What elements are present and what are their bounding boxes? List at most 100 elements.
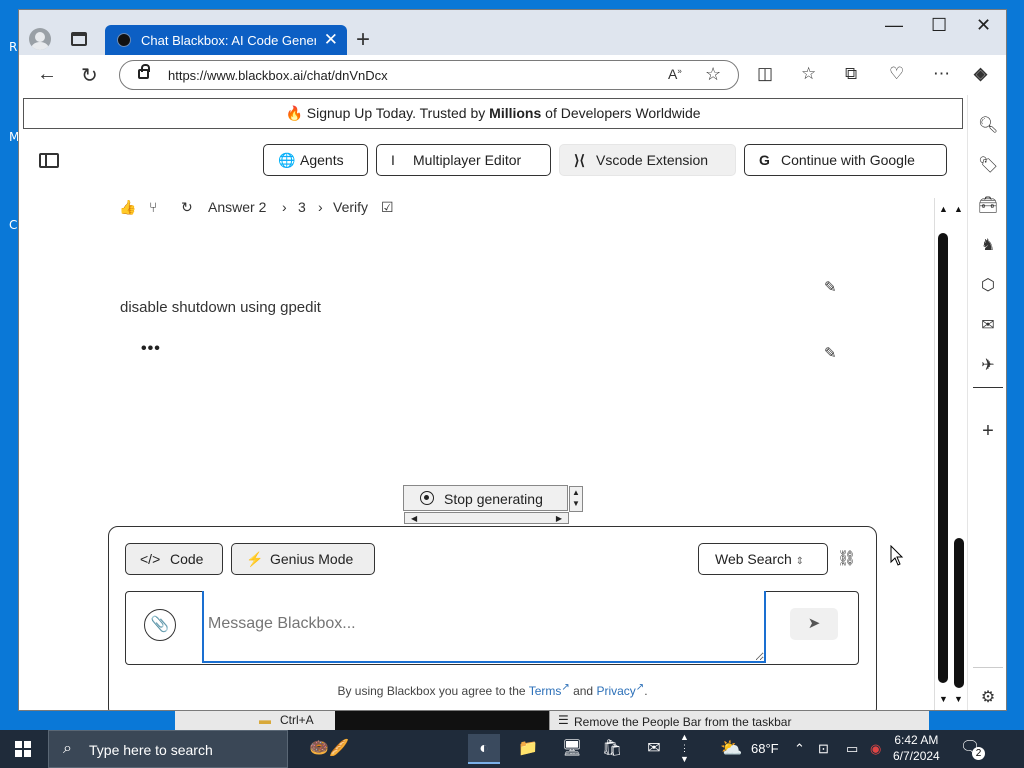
date: 6/7/2024 <box>893 749 940 763</box>
active-tab[interactable]: Chat Blackbox: AI Code Generati ✕ <box>105 25 347 55</box>
edit-icon[interactable]: ✎ <box>824 278 837 296</box>
split-screen-icon[interactable]: ◫ <box>757 64 773 84</box>
profile-avatar-icon[interactable] <box>29 28 51 50</box>
chevron-right-icon[interactable]: › <box>318 199 323 215</box>
new-tab-icon[interactable]: + <box>356 26 370 54</box>
agents-button[interactable]: 🌐 Agents <box>263 144 368 176</box>
widget-food-icon[interactable]: 🍩🥖 <box>294 734 364 764</box>
tools-icon[interactable]: 🧰︎ <box>978 195 998 215</box>
browser-window: Chat Blackbox: AI Code Generati ✕ + — ☐ … <box>18 9 1007 711</box>
more-options-icon[interactable]: ⋯ <box>933 64 950 84</box>
horizontal-scrollbar[interactable]: ◀ ▶ <box>404 512 569 524</box>
mail-icon[interactable]: ✉ <box>638 734 670 764</box>
scroll-down-icon[interactable]: ▼ <box>954 694 963 704</box>
network-icon[interactable]: ▭ <box>846 741 858 757</box>
maximize-icon[interactable]: ☐ <box>931 15 947 36</box>
code-icon: </> <box>140 551 161 567</box>
refresh-icon[interactable]: ↻ <box>81 63 98 88</box>
page-scrollbar[interactable]: ▲ ▼ <box>934 198 951 710</box>
background-item: Remove the People Bar from the taskbar <box>574 715 792 729</box>
genius-mode-button[interactable]: ⚡ Genius Mode <box>231 543 375 575</box>
address-bar-row: ← ↻ https://www.blackbox.ai/chat/dnVnDcx… <box>19 55 1006 95</box>
web-search-label: Web Search <box>715 551 792 567</box>
verify-label[interactable]: Verify <box>333 199 368 215</box>
multiplayer-label: Multiplayer Editor <box>413 152 522 168</box>
window-scrollbar[interactable]: ▲ ▼ <box>951 198 967 710</box>
link-icon[interactable]: ⛓ <box>837 549 856 567</box>
store-icon[interactable]: 🛍 <box>596 734 628 764</box>
url-text[interactable]: https://www.blackbox.ai/chat/dnVnDcx <box>168 68 388 83</box>
edit-icon[interactable]: ✎ <box>824 344 837 362</box>
microsoft-365-icon[interactable]: ⬡ <box>978 275 998 295</box>
address-bar[interactable]: https://www.blackbox.ai/chat/dnVnDcx A» … <box>119 60 739 90</box>
scroll-thumb[interactable] <box>954 538 964 688</box>
collections-icon[interactable]: ⧉ <box>845 64 857 84</box>
settings-gear-icon[interactable]: ⚙ <box>978 687 998 707</box>
copilot-icon[interactable]: ◈ <box>974 64 987 84</box>
send-button[interactable]: ➤ <box>790 608 838 640</box>
close-window-icon[interactable]: ✕ <box>976 15 991 36</box>
scroll-up-icon[interactable]: ▲ <box>954 204 963 214</box>
vertical-scrollbar[interactable]: ▲ ▼ <box>569 486 583 512</box>
meet-now-icon[interactable]: ⊡ <box>818 741 829 757</box>
add-icon[interactable]: + <box>978 420 998 443</box>
multiplayer-editor-button[interactable]: I Multiplayer Editor <box>376 144 551 176</box>
code-label: Code <box>170 551 204 567</box>
tab-actions-icon[interactable] <box>71 32 87 46</box>
verify-checkbox-icon[interactable]: ☑ <box>381 199 394 216</box>
privacy-link[interactable]: Privacy <box>596 684 635 698</box>
close-tab-icon[interactable]: ✕ <box>324 30 338 50</box>
background-window[interactable]: ☰ Remove the People Bar from the taskbar <box>549 711 929 730</box>
divider <box>973 667 1003 668</box>
favorites-icon[interactable]: ☆ <box>801 64 816 84</box>
taskbar-scroll[interactable]: ▲ ⋮ ▼ <box>680 732 689 765</box>
regenerate-icon[interactable]: ↻ <box>181 199 193 216</box>
favorite-star-icon[interactable]: ☆ <box>705 64 721 85</box>
weather-icon[interactable]: ⛅ <box>720 738 742 759</box>
background-window[interactable]: ▬ Ctrl+A <box>175 711 335 730</box>
agents-label: Agents <box>300 152 344 168</box>
volume-icon[interactable]: ◉ <box>870 741 881 757</box>
vscode-extension-button[interactable]: ⟩⟨ Vscode Extension <box>559 144 736 176</box>
signup-banner[interactable]: 🔥 Signup Up Today. Trusted by Millions o… <box>23 98 963 129</box>
message-input-row: 📎 ➤ <box>125 591 859 665</box>
scroll-up-icon[interactable]: ▲ <box>939 204 948 214</box>
sidebar-toggle-icon[interactable] <box>39 153 59 168</box>
scroll-down-icon[interactable]: ▼ <box>939 694 948 704</box>
attach-icon[interactable]: 📎 <box>144 609 176 641</box>
message-input[interactable] <box>202 591 766 663</box>
browser-essentials-icon[interactable]: ♡ <box>889 64 904 84</box>
search-icon[interactable]: 🔍︎ <box>978 115 998 135</box>
read-aloud-icon[interactable]: A» <box>668 66 682 82</box>
taskbar-search[interactable]: ⌕ Type here to search <box>48 730 288 768</box>
outlook-icon[interactable]: ✉ <box>978 315 998 335</box>
chevron-up-icon[interactable]: ⌃ <box>794 741 805 757</box>
notifications-icon[interactable]: 🗨 2 <box>960 737 985 760</box>
code-button[interactable]: </> Code <box>125 543 223 575</box>
clock[interactable]: 6:42 AM 6/7/2024 <box>893 732 940 764</box>
lock-icon <box>138 64 150 79</box>
back-icon[interactable]: ← <box>37 63 57 86</box>
google-icon: G <box>759 152 770 168</box>
shopping-tag-icon[interactable]: 🏷︎ <box>978 155 998 175</box>
windows-start-icon[interactable] <box>15 741 31 757</box>
fork-icon[interactable]: ⑂ <box>149 199 157 215</box>
answer-selector[interactable]: Answer 2 <box>208 199 266 215</box>
drop-icon[interactable]: ✈ <box>978 355 998 375</box>
thumbs-up-icon[interactable]: 👍 <box>119 199 136 216</box>
chevron-right-icon[interactable]: › <box>282 199 287 215</box>
file-explorer-icon[interactable]: 📁 <box>512 734 544 764</box>
web-search-dropdown[interactable]: Web Search ⇕ <box>698 543 828 575</box>
answer-page[interactable]: 3 <box>298 199 306 215</box>
terms-period: . <box>644 684 648 698</box>
text-cursor-icon: I <box>391 152 395 168</box>
scroll-thumb[interactable] <box>938 233 948 683</box>
app-icon[interactable]: 🖥 <box>556 734 588 764</box>
terms-link[interactable]: Terms <box>529 684 562 698</box>
edge-browser-icon[interactable]: ◐ <box>468 734 500 764</box>
temperature[interactable]: 68°F <box>751 741 779 756</box>
games-icon[interactable]: ♞ <box>978 235 998 255</box>
continue-with-google-button[interactable]: G Continue with Google <box>744 144 947 176</box>
minimize-icon[interactable]: — <box>885 15 903 36</box>
stop-generating-button[interactable]: Stop generating ◀ ▶ ▲ ▼ <box>403 485 583 524</box>
